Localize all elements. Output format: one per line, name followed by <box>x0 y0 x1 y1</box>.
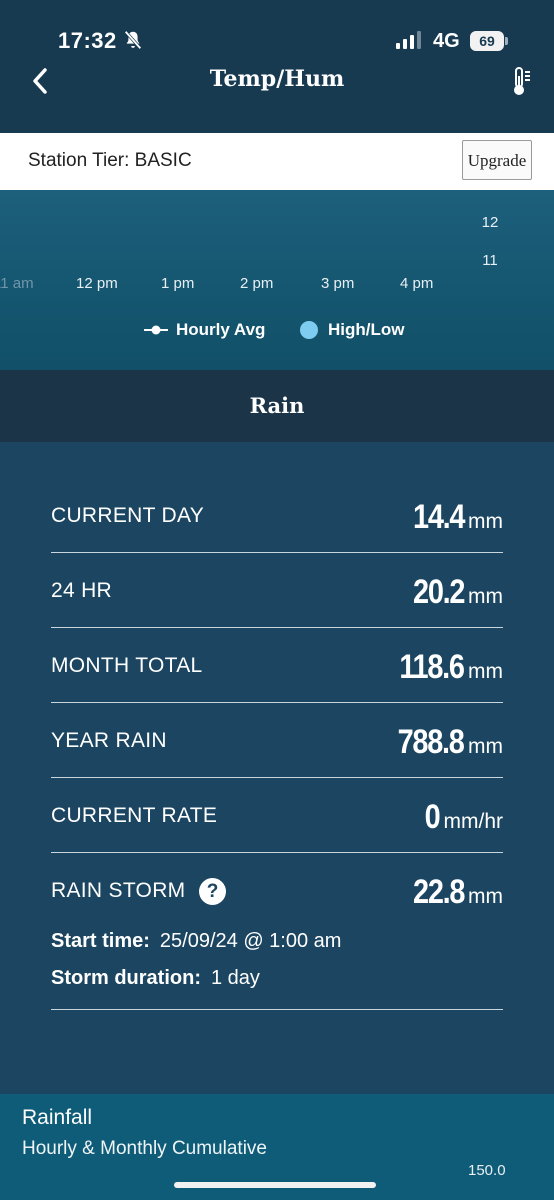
row-value: 22.8 mm <box>404 873 503 912</box>
rain-row-rain-storm: RAIN STORM ? 22.8 mm Start time: 25/09/24 … <box>51 853 503 1010</box>
row-value: 0 mm/hr <box>422 798 503 837</box>
value-unit: mm <box>468 510 503 533</box>
hourly-avg-legend-label: Hourly Avg <box>176 320 266 339</box>
row-label: CURRENT RATE <box>51 804 218 827</box>
high-low-legend-label: High/Low <box>328 320 405 339</box>
hourly-avg-legend-icon <box>144 325 168 335</box>
battery-tip <box>505 37 508 45</box>
storm-duration-label: Storm duration: <box>51 967 201 989</box>
value-number: 118.6 <box>399 648 466 686</box>
home-indicator[interactable] <box>174 1182 376 1188</box>
row-label: YEAR RAIN <box>51 729 167 752</box>
storm-start-value: 25/09/24 @ 1:00 am <box>159 930 342 952</box>
value-unit: mm/hr <box>443 810 504 833</box>
rain-section-title: Rain <box>249 393 305 418</box>
signal-icon <box>396 31 421 49</box>
value-number: 0 <box>424 798 441 836</box>
page-title: Temp/Hum <box>209 66 345 92</box>
bell-muted-icon <box>124 30 142 50</box>
value-number: 14.4 <box>412 498 465 536</box>
value-number: 788.8 <box>398 723 465 761</box>
network-label: 4G <box>433 30 460 52</box>
x-tick-label: 11 am <box>0 275 34 292</box>
high-low-legend-icon <box>300 321 318 339</box>
top-bar: 17:32 4G 69 Temp/Hum <box>0 0 554 133</box>
value-unit: mm <box>468 585 503 608</box>
station-tier-label: Station Tier: BASIC <box>28 150 192 171</box>
row-value: 14.4 mm <box>404 498 503 537</box>
x-tick-label: 4 pm <box>400 275 434 292</box>
y-tick-label: 12 <box>481 214 499 231</box>
row-value: 788.8 mm <box>386 723 503 762</box>
status-time: 17:32 <box>58 28 117 53</box>
storm-duration: Storm duration: 1 day <box>51 967 260 990</box>
row-label: RAIN STORM <box>51 879 186 902</box>
y-tick-label: 11 <box>482 252 498 269</box>
row-value: 118.6 mm <box>388 648 503 687</box>
storm-start-label: Start time: <box>51 930 150 952</box>
upgrade-button[interactable]: Upgrade <box>462 140 532 180</box>
rain-row-year-rain: YEAR RAIN 788.8 mm <box>51 703 503 778</box>
rain-section-header: Rain <box>0 370 554 442</box>
station-tier-bar: Station Tier: BASIC Upgrade <box>0 133 554 190</box>
rain-row-24hr: 24 HR 20.2 mm <box>51 553 503 628</box>
storm-duration-value: 1 day <box>211 967 260 989</box>
value-number: 20.2 <box>412 573 465 611</box>
value-unit: mm <box>468 735 503 758</box>
temp-hum-chart[interactable]: 12 11 11 am 12 pm 1 pm 2 pm 3 pm 4 pm Ho… <box>0 190 554 370</box>
value-unit: mm <box>468 660 503 683</box>
rainfall-card-title: Rainfall <box>22 1106 93 1129</box>
rainfall-card-subtitle: Hourly & Monthly Cumulative <box>22 1138 267 1159</box>
help-icon[interactable]: ? <box>199 878 226 905</box>
rain-stats-list: CURRENT DAY 14.4 mm 24 HR 20.2 mm MONTH TO… <box>51 478 503 1010</box>
x-tick-label-clipped: 11 am <box>0 275 34 292</box>
x-tick-label: 2 pm <box>240 275 274 292</box>
row-label: 24 HR <box>51 579 113 602</box>
rainfall-axis-value: 150.0 <box>468 1162 506 1179</box>
x-tick-label: 12 pm <box>76 275 118 292</box>
value-number: 22.8 <box>412 873 465 911</box>
value-unit: mm <box>468 885 503 908</box>
rain-row-month-total: MONTH TOTAL 118.6 mm <box>51 628 503 703</box>
x-tick-label: 3 pm <box>321 275 355 292</box>
rain-row-current-rate: CURRENT RATE 0 mm/hr <box>51 778 503 853</box>
row-label: MONTH TOTAL <box>51 654 203 677</box>
thermometer-icon[interactable] <box>510 66 532 96</box>
x-tick-label: 1 pm <box>161 275 195 292</box>
row-label: CURRENT DAY <box>51 504 205 527</box>
storm-start-time: Start time: 25/09/24 @ 1:00 am <box>51 930 341 953</box>
rain-row-current-day: CURRENT DAY 14.4 mm <box>51 478 503 553</box>
row-value: 20.2 mm <box>404 573 503 612</box>
battery-icon: 69 <box>470 31 504 51</box>
